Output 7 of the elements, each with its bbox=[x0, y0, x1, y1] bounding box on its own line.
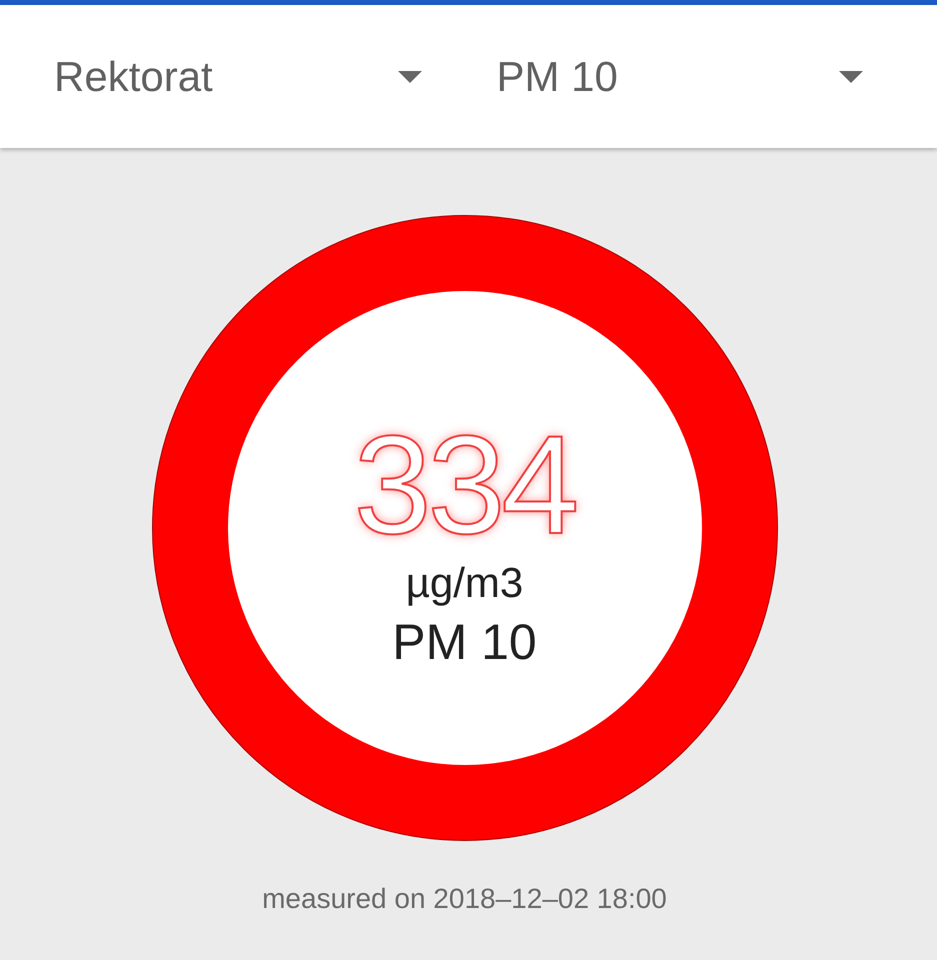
caret-icon bbox=[839, 70, 863, 82]
measured-time: measured on 2018–12–02 18:00 bbox=[262, 883, 667, 915]
pollutant-label: PM 10 bbox=[392, 613, 537, 671]
unit-label: µg/m3 bbox=[406, 559, 524, 607]
caret-icon bbox=[398, 70, 422, 82]
dropdown[interactable]: PM 10 bbox=[496, 52, 863, 100]
dropdown[interactable]: Rektorat bbox=[54, 52, 422, 100]
